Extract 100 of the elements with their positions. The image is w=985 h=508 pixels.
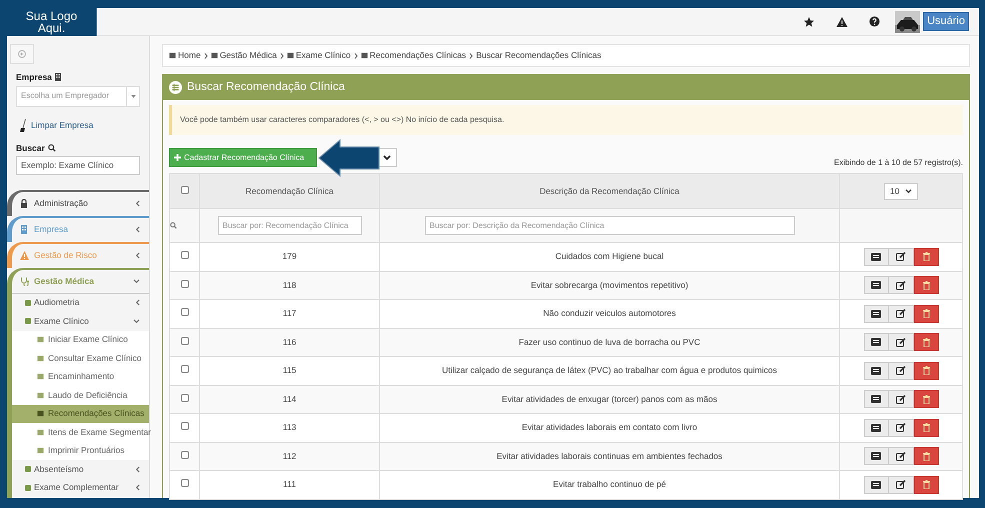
view-button[interactable]	[864, 362, 888, 380]
list-icon	[871, 310, 881, 318]
checkbox[interactable]	[180, 336, 188, 345]
submenu-link[interactable]: Laudo de Deficiência	[12, 386, 149, 404]
checkbox[interactable]	[180, 479, 188, 488]
view-button[interactable]	[864, 333, 888, 352]
caret-icon	[383, 154, 391, 160]
edit-icon	[896, 394, 906, 404]
filter-field[interactable]: Buscar por: Descrição da Recomendação Clínica	[424, 216, 794, 235]
panel-title: Buscar Recomendação Clínica	[187, 80, 345, 95]
list-icon	[871, 452, 881, 460]
delete-button[interactable]	[914, 248, 938, 266]
edit-button[interactable]	[888, 276, 914, 294]
caret-icon	[905, 188, 912, 194]
edit-icon	[896, 452, 906, 461]
table-cell: 116	[282, 336, 296, 347]
breadcrumb-link[interactable]: Exame Clínico	[286, 49, 351, 62]
delete-button[interactable]	[914, 304, 938, 323]
delete-button[interactable]	[914, 333, 938, 352]
checkbox[interactable]	[180, 394, 188, 402]
pointer-arrow	[318, 139, 380, 177]
page-size-select[interactable]: 10	[884, 182, 918, 200]
checkbox[interactable]	[180, 450, 188, 459]
table-cell: 112	[282, 450, 296, 461]
user-button[interactable]: Usuário	[923, 12, 969, 31]
filter-field[interactable]: Buscar por: Recomendação Clínica	[218, 216, 362, 235]
edit-icon	[896, 309, 906, 318]
chevron-left-icon	[135, 299, 140, 306]
delete-button[interactable]	[914, 418, 938, 437]
star-icon[interactable]	[803, 16, 816, 28]
submenu-link[interactable]: Encaminhamento	[12, 368, 149, 386]
view-button[interactable]	[864, 476, 888, 494]
menu-item[interactable]: Administração	[12, 192, 149, 216]
view-button[interactable]	[864, 276, 888, 294]
checkbox[interactable]	[180, 422, 188, 430]
edit-button[interactable]	[888, 476, 914, 494]
view-button[interactable]	[864, 248, 888, 266]
breadcrumb-link[interactable]: Recomendações Clínicas	[360, 49, 466, 62]
submenu-item[interactable]: Exame Clínico	[12, 312, 149, 330]
checkbox[interactable]	[180, 280, 188, 288]
table-cell: Evitar sobrecarga (movimentos repetitivo)	[530, 280, 688, 290]
list-icon	[169, 81, 182, 94]
submenu-link[interactable]: Recomendações Clínicas	[12, 404, 149, 423]
breadcrumb-link[interactable]: Gestão Médica	[210, 49, 277, 62]
edit-button[interactable]	[888, 447, 914, 466]
view-button[interactable]	[864, 390, 888, 408]
edit-button[interactable]	[888, 333, 914, 352]
submenu-link[interactable]: Consultar Exame Clínico	[12, 349, 149, 368]
table-cell: 114	[282, 394, 296, 404]
view-button[interactable]	[864, 447, 888, 466]
delete-button[interactable]	[914, 276, 938, 294]
table-cell: 115	[282, 365, 296, 376]
edit-button[interactable]	[888, 418, 914, 437]
submenu-link[interactable]: Imprimir Prontuários	[12, 442, 149, 460]
chevron-down-icon	[133, 278, 140, 284]
chevron-left-icon	[135, 226, 140, 233]
edit-button[interactable]	[888, 390, 914, 408]
edit-button[interactable]	[888, 248, 914, 266]
delete-button[interactable]	[914, 390, 938, 408]
submenu-link[interactable]: Iniciar Exame Clínico	[12, 330, 149, 349]
plus-icon	[174, 154, 181, 161]
building-icon	[20, 225, 29, 234]
search-icon	[170, 222, 177, 229]
search-field[interactable]: Exemplo: Exame Clínico	[16, 156, 140, 174]
chevron-right-icon	[354, 52, 358, 58]
submenu-item[interactable]: Absenteísmo	[12, 460, 149, 478]
chevron-left-icon	[135, 484, 140, 492]
trash-icon	[922, 480, 930, 490]
trash-icon	[922, 366, 930, 376]
edit-icon	[896, 366, 906, 376]
chevron-right-icon	[469, 52, 474, 58]
view-button[interactable]	[864, 418, 888, 437]
edit-button[interactable]	[888, 304, 914, 323]
table-cell: 117	[282, 308, 296, 318]
breadcrumb-link[interactable]: Buscar Recomendações Clínicas	[476, 49, 602, 62]
help-icon[interactable]	[869, 16, 880, 27]
submenu-item[interactable]: Exame Complementar	[12, 478, 149, 497]
delete-button[interactable]	[914, 362, 938, 380]
warning-icon[interactable]	[836, 16, 848, 28]
view-button[interactable]	[864, 304, 888, 323]
breadcrumb-link[interactable]: Home	[169, 49, 201, 62]
column-header: Recomendação Clínica	[246, 186, 334, 196]
delete-button[interactable]	[914, 447, 938, 466]
submenu-link[interactable]: Itens de Exame Segmentar	[12, 423, 149, 442]
list-icon	[871, 480, 881, 489]
checkbox[interactable]	[180, 251, 188, 260]
clear-company-link[interactable]: Limpar Empresa	[31, 119, 94, 132]
chevron-right-icon	[204, 52, 208, 58]
trash-icon	[922, 394, 930, 404]
trash-icon	[922, 309, 930, 318]
records-count: Exibindo de 1 à 10 de 57 registro(s).	[834, 157, 963, 169]
field-label: Buscar	[16, 142, 45, 154]
trash-icon	[922, 280, 930, 290]
checkbox[interactable]	[180, 365, 188, 374]
delete-button[interactable]	[914, 476, 938, 494]
checkbox[interactable]	[180, 308, 188, 316]
lock-icon	[20, 199, 29, 208]
edit-button[interactable]	[888, 362, 914, 380]
submenu-item[interactable]: Audiometria	[12, 294, 149, 312]
checkbox[interactable]	[180, 186, 188, 194]
